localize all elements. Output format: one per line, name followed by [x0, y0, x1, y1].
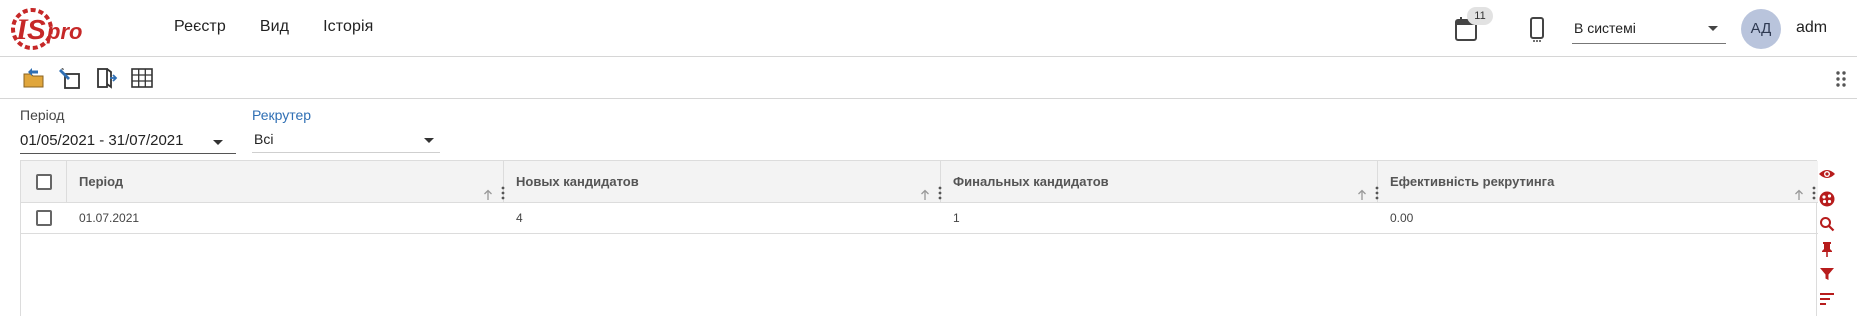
menu-item-registry[interactable]: Реєстр [174, 18, 226, 36]
search-icon[interactable] [1817, 214, 1837, 234]
table-header: Період Новых кандидатов Финальных кандид… [21, 161, 1818, 203]
cell-recruiting-efficiency[interactable]: 0.00 [1378, 203, 1818, 234]
select-all-cell [21, 161, 67, 203]
sort-icon[interactable] [1817, 289, 1837, 309]
eye-icon[interactable] [1817, 164, 1837, 184]
sort-arrow-icon[interactable] [1357, 176, 1367, 200]
cell-new-candidates[interactable]: 4 [504, 203, 941, 234]
username[interactable]: adm [1796, 19, 1827, 37]
column-header-label: Новых кандидатов [516, 174, 639, 189]
period-value[interactable]: 01/05/2021 - 31/07/2021 [20, 132, 183, 149]
table-row[interactable]: 01.07.2021 4 1 0.00 [21, 203, 1818, 234]
period-dropdown-chevron-icon[interactable] [213, 140, 223, 145]
menu-item-view[interactable]: Вид [260, 18, 289, 36]
status-select[interactable]: В системі [1572, 16, 1726, 44]
column-header-label: Ефективність рекрутинга [1390, 174, 1555, 189]
pin-icon[interactable] [1817, 239, 1837, 259]
grid-dots-icon[interactable] [1835, 70, 1847, 88]
menu-item-history[interactable]: Історія [323, 18, 373, 36]
row-checkbox[interactable] [36, 210, 52, 226]
sort-arrow-icon[interactable] [920, 176, 930, 200]
open-folder-icon[interactable] [22, 66, 46, 90]
svg-text:S: S [27, 14, 46, 45]
cell-period[interactable]: 01.07.2021 [67, 203, 504, 234]
main-menu: Реєстр Вид Історія [174, 18, 407, 36]
column-header-label: Період [79, 174, 124, 189]
chevron-down-icon [1708, 26, 1718, 31]
period-label: Період [20, 107, 65, 123]
column-header-label: Финальных кандидатов [953, 174, 1109, 189]
grid-side-toolbar [1817, 160, 1837, 316]
cell-final-candidates[interactable]: 1 [941, 203, 1378, 234]
ispro-logo[interactable]: I S pro [10, 3, 100, 55]
top-bar: I S pro Реєстр Вид Історія 11 В системі … [0, 0, 1857, 57]
avatar[interactable]: АД [1741, 9, 1781, 49]
column-header-new-candidates[interactable]: Новых кандидатов [504, 161, 942, 203]
notifications-badge: 11 [1467, 7, 1493, 25]
status-select-value: В системі [1574, 20, 1636, 36]
filters-panel: Період 01/05/2021 - 31/07/2021 Рекрутер … [0, 99, 1857, 159]
toolbar [0, 57, 1857, 99]
mobile-phone-icon[interactable] [1528, 15, 1546, 43]
column-header-period[interactable]: Період [67, 161, 505, 203]
svg-text:pro: pro [46, 19, 82, 44]
edit-document-icon[interactable] [58, 66, 82, 90]
row-select-cell [21, 203, 67, 234]
column-header-recruiting-efficiency[interactable]: Ефективність рекрутинга [1378, 161, 1818, 203]
select-all-checkbox[interactable] [36, 174, 52, 190]
period-field-underline [20, 153, 236, 154]
recruiter-dropdown-chevron-icon[interactable] [424, 138, 434, 143]
recruiter-value[interactable]: Всі [254, 131, 273, 147]
table-view-icon[interactable] [130, 66, 154, 90]
column-menu-icon[interactable] [1812, 175, 1816, 200]
data-grid: Період Новых кандидатов Финальных кандид… [20, 160, 1818, 316]
column-header-final-candidates[interactable]: Финальных кандидатов [941, 161, 1379, 203]
recruiter-label: Рекрутер [252, 107, 312, 123]
filter-icon[interactable] [1817, 264, 1837, 284]
recruiter-field-underline [252, 152, 440, 153]
sort-arrow-icon[interactable] [483, 176, 493, 200]
palette-icon[interactable] [1817, 189, 1837, 209]
sort-arrow-icon[interactable] [1794, 176, 1804, 200]
export-icon[interactable] [95, 66, 119, 90]
